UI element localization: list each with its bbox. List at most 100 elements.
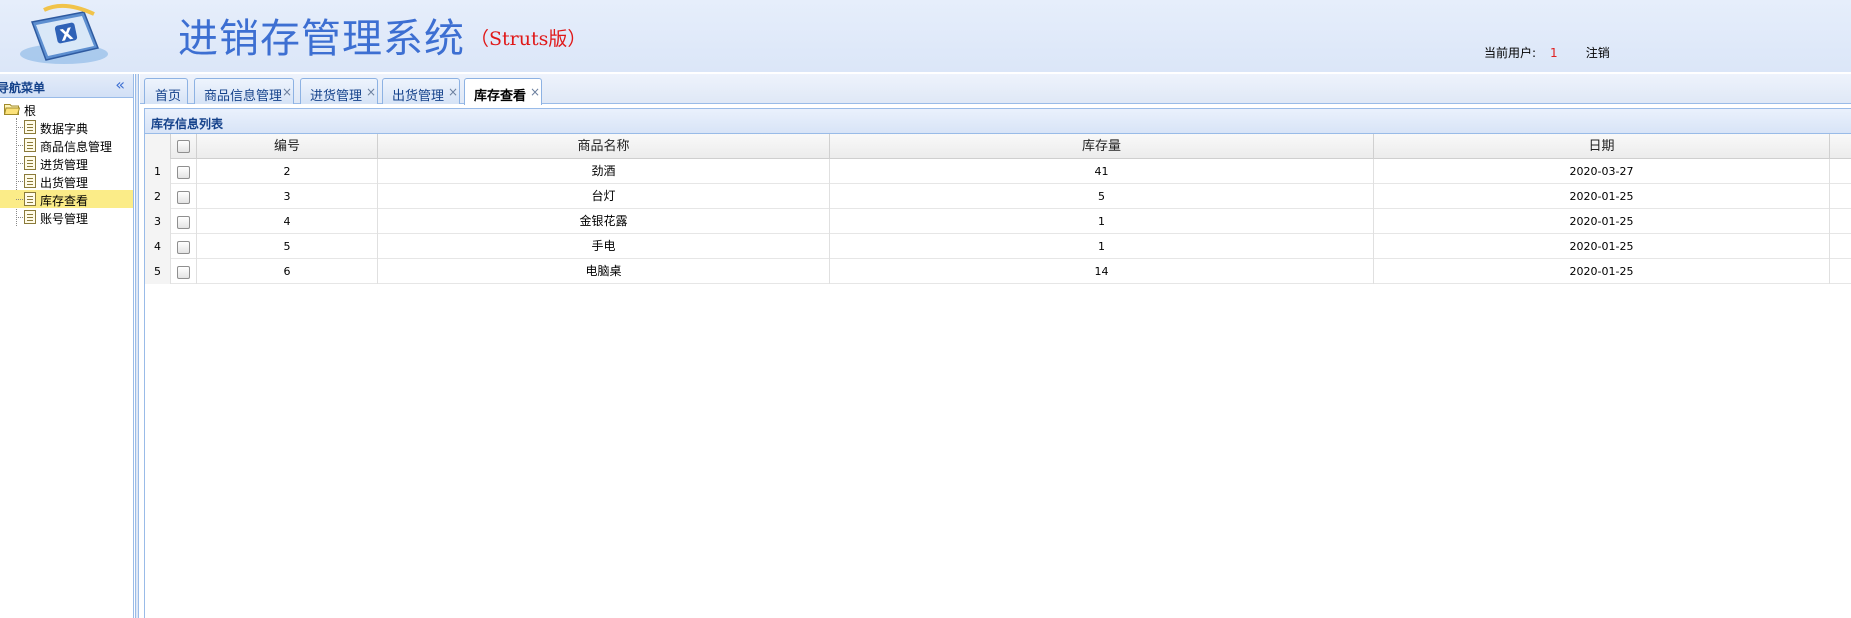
select-all-checkbox[interactable] [177,140,190,153]
tree-branch-line [16,217,23,218]
cell-id: 6 [197,259,378,284]
cell-date: 2020-01-25 [1374,184,1830,209]
tab-product-info[interactable]: 商品信息管理 × [194,78,294,104]
document-icon [24,120,36,134]
row-checkbox[interactable] [177,190,190,204]
close-icon[interactable]: × [366,85,376,99]
current-user-label: 当前用户: [1484,46,1537,60]
row-checkbox[interactable] [177,165,190,179]
grid-body: 1 2 劲酒 41 2020-03-27 2 3 台灯 5 2020-01-25 3 4 金银花露 1 20… [145,159,1851,284]
cell-name: 手电 [378,234,830,259]
cell-id: 4 [197,209,378,234]
inventory-grid: 编号 商品名称 库存量 日期 1 2 劲酒 41 2020-03-27 2 3 台灯 5 2020… [145,134,1851,284]
sidebar-header: 导航菜单 « [0,74,133,98]
app-logo-icon: X [20,3,108,64]
tab-home[interactable]: 首页 [144,78,188,104]
tab-inventory[interactable]: 库存查看 × [464,78,542,105]
collapse-icon[interactable]: « [115,76,125,94]
close-icon[interactable]: × [282,85,292,99]
folder-open-icon [4,104,20,115]
rownum-header [145,134,171,159]
sidebar-item-label: 进货管理 [40,158,89,172]
row-checkbox[interactable] [177,265,190,279]
tab-label: 出货管理 [392,89,445,104]
grid-header-row: 编号 商品名称 库存量 日期 [145,134,1851,159]
sidebar-item-shipment[interactable]: 出货管理 [0,172,133,190]
sidebar-item-label: 出货管理 [40,176,89,190]
tree-branch-line [16,163,23,164]
sidebar-item-data-dictionary[interactable]: 数据字典 [0,118,133,136]
tree-branch-line [16,181,23,182]
layout-splitter[interactable] [135,74,139,618]
document-icon [24,138,36,152]
cell-id: 3 [197,184,378,209]
sidebar-title: 导航菜单 [0,81,46,95]
column-header-stock[interactable]: 库存量 [830,134,1374,159]
column-header-date[interactable]: 日期 [1374,134,1830,159]
navigation-sidebar: 导航菜单 « 根 数据字典 商品信息管理 进货管理 出货管理 库存查看 账号管理 [0,74,134,618]
tab-purchase[interactable]: 进货管理 × [300,78,378,104]
column-header-name[interactable]: 商品名称 [378,134,830,159]
document-icon [24,192,36,206]
cell-stock: 1 [830,234,1374,259]
sidebar-item-label: 账号管理 [40,212,89,226]
sidebar-item-inventory[interactable]: 库存查看 [0,190,133,208]
cell-stock: 5 [830,184,1374,209]
cell-name: 劲酒 [378,159,830,184]
row-number: 1 [145,159,171,184]
cell-date: 2020-01-25 [1374,209,1830,234]
row-checkbox[interactable] [177,240,190,254]
cell-name: 金银花露 [378,209,830,234]
row-select-cell [171,159,197,184]
cell-date: 2020-01-25 [1374,234,1830,259]
panel-header: 库存信息列表 [145,108,1851,134]
document-icon [24,156,36,170]
row-number: 5 [145,259,171,284]
app-title: 进销存管理系统 [178,16,465,62]
row-select-cell [171,259,197,284]
tree-root[interactable]: 根 [0,100,133,118]
sidebar-item-label: 库存查看 [40,194,89,208]
panel-title: 库存信息列表 [151,117,224,131]
user-area: 当前用户: 1 注销 [1484,44,1610,61]
row-number: 4 [145,234,171,259]
app-subtitle: （Struts版） [470,28,587,50]
tab-label: 商品信息管理 [204,89,283,104]
table-row[interactable]: 5 6 电脑桌 14 2020-01-25 [145,259,1851,284]
inventory-panel: 库存信息列表 编号 商品名称 库存量 日期 1 2 劲酒 41 2020-03-27 2 3… [144,108,1851,618]
close-icon[interactable]: × [448,85,458,99]
cell-name: 台灯 [378,184,830,209]
sidebar-item-product-info[interactable]: 商品信息管理 [0,136,133,154]
tab-label: 库存查看 [474,89,527,104]
cell-stock: 14 [830,259,1374,284]
cell-date: 2020-03-27 [1374,159,1830,184]
cell-stock: 1 [830,209,1374,234]
nav-tree: 根 数据字典 商品信息管理 进货管理 出货管理 库存查看 账号管理 [0,98,133,226]
row-select-cell [171,209,197,234]
tab-label: 首页 [155,89,182,104]
tab-shipment[interactable]: 出货管理 × [382,78,460,104]
cell-id: 2 [197,159,378,184]
column-header-id[interactable]: 编号 [197,134,378,159]
tab-bar: 首页 商品信息管理 × 进货管理 × 出货管理 × 库存查看 × [140,74,1851,105]
tree-branch-line [16,199,23,200]
cell-name: 电脑桌 [378,259,830,284]
cell-stock: 41 [830,159,1374,184]
app-header: X 进销存管理系统 （Struts版） 当前用户: 1 注销 [0,0,1851,72]
tree-root-label: 根 [24,104,37,118]
table-row[interactable]: 2 3 台灯 5 2020-01-25 [145,184,1851,209]
sidebar-item-purchase[interactable]: 进货管理 [0,154,133,172]
cell-id: 5 [197,234,378,259]
document-icon [24,174,36,188]
table-row[interactable]: 3 4 金银花露 1 2020-01-25 [145,209,1851,234]
sidebar-item-accounts[interactable]: 账号管理 [0,208,133,226]
table-row[interactable]: 4 5 手电 1 2020-01-25 [145,234,1851,259]
logout-link[interactable]: 注销 [1586,46,1610,60]
table-row[interactable]: 1 2 劲酒 41 2020-03-27 [145,159,1851,184]
row-checkbox[interactable] [177,215,190,229]
close-icon[interactable]: × [530,85,540,99]
current-user-value: 1 [1550,46,1558,60]
row-select-cell [171,184,197,209]
select-all-cell [171,134,197,159]
sidebar-item-label: 商品信息管理 [40,140,113,154]
